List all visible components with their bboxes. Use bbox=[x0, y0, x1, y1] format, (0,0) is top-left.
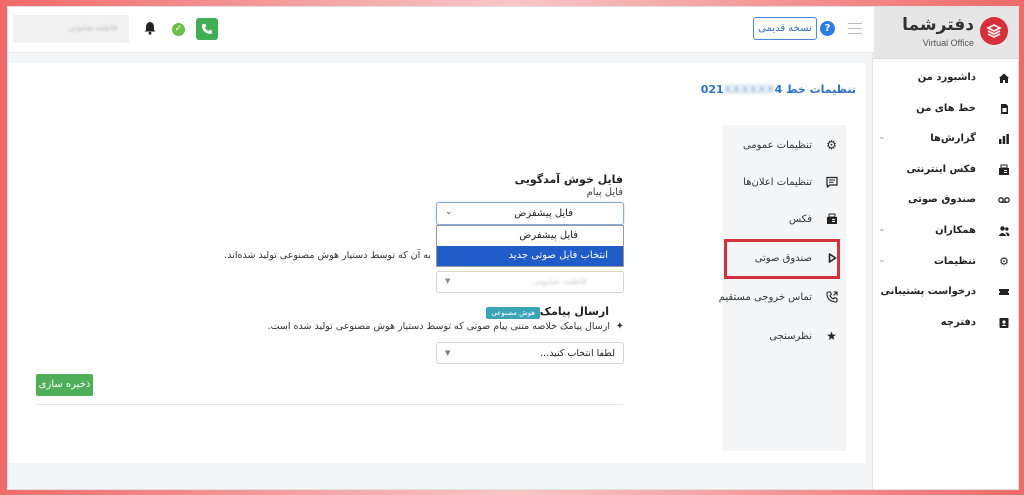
line-number: 021 bbox=[700, 83, 724, 96]
settings-card: فایل خوش آمدگویی فایل پیام فایل پیشفرض ⌄… bbox=[18, 125, 846, 451]
page-title-text: تنظیمات خط bbox=[786, 83, 856, 96]
sidebar-item-colleagues[interactable]: همکاران ⌄ bbox=[872, 216, 1018, 247]
sms-select[interactable]: لطفا انتخاب کنید... ▼ bbox=[436, 342, 624, 364]
recipient-select[interactable]: فاطمه صابونی ▼ bbox=[436, 271, 624, 293]
contact-book-icon bbox=[998, 317, 1010, 329]
voicemail-highlight-box bbox=[724, 239, 840, 279]
sidebar-nav: داشبورد من خط های من گزارش‌ها ⌄ فکس این bbox=[872, 63, 1018, 338]
sidebar-item-label: گزارش‌ها bbox=[930, 133, 976, 145]
page-title: تنظیمات خط 021XXXXXX4 bbox=[701, 83, 856, 96]
sidebar-item-internet-fax[interactable]: فکس اینترنتی bbox=[872, 155, 1018, 186]
voicemail-icon bbox=[998, 194, 1010, 206]
sidebar-item-my-lines[interactable]: خط های من bbox=[872, 94, 1018, 125]
ai-badge: هوش مصنوعی bbox=[486, 307, 540, 319]
dropdown-option-new-file[interactable]: انتخاب فایل صوتی جدید bbox=[437, 246, 623, 266]
dropdown-option-default[interactable]: فایل پیشفرض bbox=[437, 226, 623, 246]
line-number-end: 4 bbox=[774, 83, 783, 96]
settings-tab-label: تماس خروجی مستقیم bbox=[718, 292, 812, 303]
sidebar: دفترشما Virtual Office داشبورد من خط های… bbox=[872, 7, 1018, 489]
settings-tab-label: نظرسنجی bbox=[769, 331, 812, 342]
fax-icon bbox=[998, 164, 1010, 176]
gear-icon: ⚙ bbox=[826, 138, 837, 152]
sidebar-item-label: صندوق صوتی bbox=[908, 194, 976, 206]
sms-title: ارسال پیامک bbox=[539, 305, 609, 318]
settings-tab-label: تنظیمات عمومی bbox=[742, 140, 812, 151]
chart-icon bbox=[998, 133, 1010, 145]
menu-icon[interactable] bbox=[848, 23, 862, 34]
header: ? نسخه قدیمی ✓ قاطمه صابونی bbox=[8, 7, 874, 53]
home-icon bbox=[998, 72, 1010, 84]
sidebar-item-label: داشبورد من bbox=[917, 72, 976, 83]
phone-button[interactable] bbox=[196, 18, 218, 40]
settings-tab-survey[interactable]: ★ نظرسنجی bbox=[727, 322, 846, 352]
chevron-down-icon: ⌄ bbox=[878, 132, 886, 143]
sidebar-item-label: تنظیمات bbox=[933, 255, 976, 267]
ai-description: به آن که توسط دستیار هوش مصنوعی تولید شد… bbox=[224, 250, 431, 261]
chevron-down-icon: ⌄ bbox=[878, 254, 886, 265]
sms-select-placeholder: لطفا انتخاب کنید... bbox=[540, 348, 615, 359]
sidebar-item-reports[interactable]: گزارش‌ها ⌄ bbox=[872, 124, 1018, 155]
help-icon[interactable]: ? bbox=[820, 21, 835, 36]
settings-tab-direct-call[interactable]: تماس خروجی مستقیم bbox=[719, 283, 846, 313]
main-content: تنظیمات خط 021XXXXXX4 فایل خوش آمدگویی ف… bbox=[8, 63, 866, 463]
sidebar-item-label: خط های من bbox=[916, 102, 976, 114]
chevron-down-icon: ⌄ bbox=[445, 207, 453, 217]
user-name: قاطمه صابونی bbox=[68, 23, 117, 32]
notification-bell-icon[interactable] bbox=[144, 21, 156, 38]
logo[interactable]: دفترشما Virtual Office bbox=[872, 7, 1018, 59]
message-icon bbox=[825, 176, 838, 189]
fax-icon bbox=[825, 213, 838, 226]
phone-icon bbox=[202, 24, 212, 34]
gear-icon: ⚙ bbox=[999, 254, 1009, 268]
settings-tab-fax[interactable]: فکس bbox=[727, 205, 846, 235]
sidebar-item-label: درخواست پشتیبانی bbox=[880, 286, 977, 298]
caret-down-icon: ▼ bbox=[445, 277, 451, 285]
settings-tab-label: تنظیمات اعلان‌ها bbox=[743, 177, 812, 188]
logo-icon bbox=[980, 17, 1008, 45]
divider bbox=[36, 404, 623, 405]
ticket-icon bbox=[998, 286, 1010, 298]
star-icon: ★ bbox=[826, 329, 837, 343]
sidebar-item-label: همکاران bbox=[935, 224, 976, 236]
voice-file-label: فایل پیام bbox=[586, 187, 623, 198]
chevron-down-icon: ⌄ bbox=[878, 223, 886, 234]
recipient-value: فاطمه صابونی bbox=[532, 277, 587, 287]
old-version-button[interactable]: نسخه قدیمی bbox=[753, 17, 817, 40]
sim-card-icon bbox=[998, 103, 1010, 115]
sidebar-item-dashboard[interactable]: داشبورد من bbox=[872, 63, 1018, 94]
user-selector[interactable]: قاطمه صابونی bbox=[13, 15, 129, 43]
status-check-icon: ✓ bbox=[172, 23, 185, 36]
line-number-blurred: XXXXXX bbox=[723, 83, 775, 96]
sidebar-item-label: فکس اینترنتی bbox=[906, 163, 976, 175]
sidebar-item-support[interactable]: درخواست پشتیبانی bbox=[872, 277, 1018, 308]
sidebar-item-contact-book[interactable]: دفترچه bbox=[872, 308, 1018, 339]
phone-forward-icon bbox=[825, 291, 838, 304]
caret-down-icon: ▼ bbox=[445, 349, 451, 357]
save-button[interactable]: ذخیره سازی bbox=[36, 374, 93, 396]
brand-subtitle: Virtual Office bbox=[922, 38, 974, 48]
voicemail-form: فایل خوش آمدگویی فایل پیام فایل پیشفرض ⌄… bbox=[18, 125, 723, 451]
app-window: دفترشما Virtual Office داشبورد من خط های… bbox=[7, 6, 1019, 490]
welcome-file-select[interactable]: فایل پیشفرض ⌄ bbox=[436, 202, 624, 225]
sidebar-item-voicemail[interactable]: صندوق صوتی bbox=[872, 185, 1018, 216]
brand-name: دفترشما bbox=[902, 15, 974, 35]
settings-tab-general[interactable]: ⚙ تنظیمات عمومی bbox=[727, 131, 846, 161]
sidebar-item-settings[interactable]: ⚙ تنظیمات ⌄ bbox=[872, 247, 1018, 278]
sidebar-item-label: دفترچه bbox=[940, 316, 976, 328]
welcome-file-title: فایل خوش آمدگویی bbox=[514, 173, 623, 186]
settings-tab-notifications[interactable]: تنظیمات اعلان‌ها bbox=[727, 168, 846, 198]
voicemail-settings-panel: فایل خوش آمدگویی فایل پیام فایل پیشفرض ⌄… bbox=[18, 125, 723, 451]
settings-tab-label: فکس bbox=[788, 214, 812, 225]
sparkle-icon: ✦ bbox=[615, 321, 624, 332]
users-icon bbox=[998, 225, 1010, 237]
welcome-file-value: فایل پیشفرض bbox=[514, 208, 573, 219]
welcome-file-dropdown: فایل پیشفرض انتخاب فایل صوتی جدید bbox=[436, 225, 624, 267]
sms-description: ارسال پیامک خلاصه متنی پیام صوتی که توسط… bbox=[267, 321, 610, 332]
